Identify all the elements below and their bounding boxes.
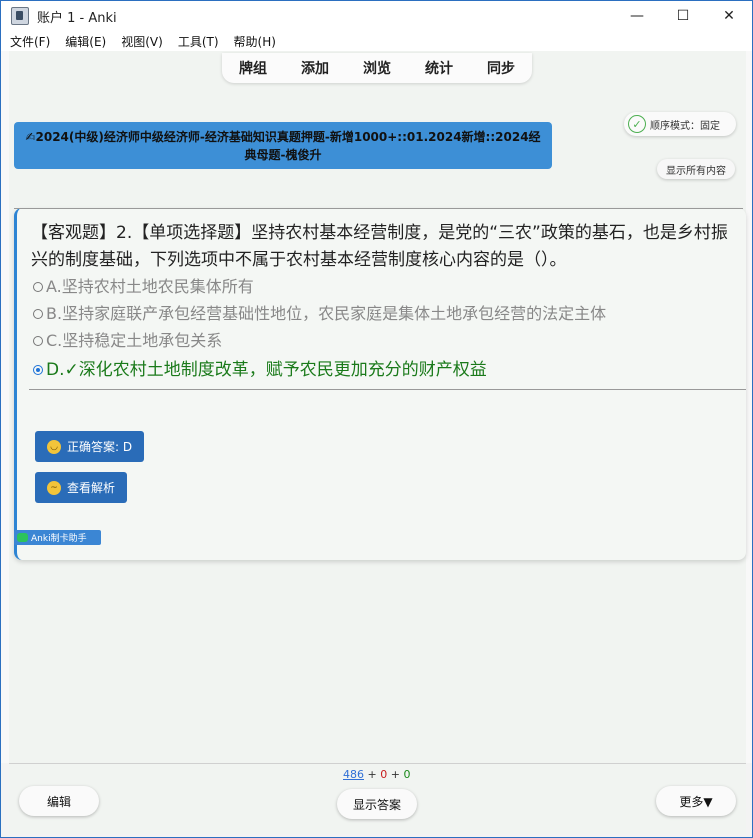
radio-selected-icon — [33, 365, 43, 375]
question-text: 【客观题】2.【单项选择题】坚持农村基本经营制度，是党的“三农”政策的基石，也是… — [31, 223, 728, 270]
view-analysis-label: 查看解析 — [67, 481, 116, 495]
card-top-divider — [14, 208, 743, 209]
menu-file[interactable]: 文件(F) — [1, 33, 56, 50]
bottom-bar: 486 + 0 + 0 编辑 显示答案 更多▼ — [9, 763, 746, 834]
helper-badge-label: Anki制卡助手 — [31, 534, 87, 544]
view-analysis-button[interactable]: ~ 查看解析 — [35, 472, 128, 503]
maximize-button[interactable]: ☐ — [660, 1, 706, 31]
option-c-text: C.坚持稳定土地承包关系 — [46, 331, 223, 350]
learn-count: 0 — [380, 768, 388, 781]
new-count: 486 — [343, 768, 364, 781]
deck-title-text: ✍2024(中级)经济师中级经济师-经济基础知识真题押题-新增1000+::01… — [25, 129, 541, 162]
tab-browse[interactable]: 浏览 — [363, 58, 391, 78]
minimize-button[interactable]: — — [614, 1, 660, 31]
tab-decks[interactable]: 牌组 — [239, 58, 267, 78]
menu-bar: 文件(F) 编辑(E) 视图(V) 工具(T) 帮助(H) — [1, 31, 752, 51]
due-counts: 486 + 0 + 0 — [343, 768, 410, 781]
question-card: 【客观题】2.【单项选择题】坚持农村基本经营制度，是党的“三农”政策的基石，也是… — [14, 208, 746, 560]
menu-edit[interactable]: 编辑(E) — [56, 33, 112, 50]
radio-icon — [33, 308, 43, 319]
option-c[interactable]: C.坚持稳定土地承包关系 — [33, 327, 733, 354]
thinking-emoji-icon: ~ — [47, 480, 61, 495]
tab-stats[interactable]: 统计 — [425, 58, 453, 78]
main-toolbar: 牌组 添加 浏览 统计 同步 — [222, 53, 532, 83]
anki-window: 账户 1 - Anki — ☐ ✕ 文件(F) 编辑(E) 视图(V) 工具(T… — [0, 0, 753, 838]
correct-answer-label: 正确答案: D — [67, 440, 133, 454]
check-circle-icon: ✓ — [628, 115, 646, 133]
title-bar: 账户 1 - Anki — ☐ ✕ — [1, 1, 752, 31]
anki-helper-badge[interactable]: Anki制卡助手 — [14, 530, 101, 545]
option-b[interactable]: B.坚持家庭联产承包经营基础性地位，农民家庭是集体土地承包经营的法定主体 — [33, 300, 733, 327]
option-a-text: A.坚持农村土地农民集体所有 — [46, 277, 254, 296]
deck-title-banner: ✍2024(中级)经济师中级经济师-经济基础知识真题押题-新增1000+::01… — [14, 122, 552, 169]
reviewer-area: 牌组 添加 浏览 统计 同步 ✍2024(中级)经济师中级经济师-经济基础知识真… — [9, 51, 746, 763]
close-button[interactable]: ✕ — [706, 1, 752, 31]
tab-add[interactable]: 添加 — [301, 58, 329, 78]
plus-sep: + — [390, 768, 404, 781]
anki-app-icon — [11, 7, 29, 25]
window-title: 账户 1 - Anki — [37, 10, 117, 26]
plus-sep: + — [367, 768, 381, 781]
option-b-text: B.坚持家庭联产承包经营基础性地位，农民家庭是集体土地承包经营的法定主体 — [46, 304, 607, 323]
show-all-button[interactable]: 显示所有内容 — [657, 159, 735, 179]
radio-icon — [33, 281, 43, 292]
option-d-text: D.✓深化农村土地制度改革，赋予农民更加充分的财产权益 — [46, 359, 487, 380]
more-button[interactable]: 更多▼ — [656, 786, 736, 816]
radio-icon — [33, 335, 43, 346]
option-d[interactable]: D.✓深化农村土地制度改革，赋予农民更加充分的财产权益 — [33, 354, 733, 386]
smile-emoji-icon: ◡ — [47, 439, 61, 454]
card-divider — [29, 389, 746, 390]
correct-answer-button[interactable]: ◡ 正确答案: D — [35, 431, 145, 462]
options-list: A.坚持农村土地农民集体所有 B.坚持家庭联产承包经营基础性地位，农民家庭是集体… — [33, 273, 733, 386]
option-a[interactable]: A.坚持农村土地农民集体所有 — [33, 273, 733, 300]
order-mode-label: 顺序模式：固定 — [650, 120, 720, 132]
menu-tools[interactable]: 工具(T) — [169, 33, 225, 50]
show-answer-button[interactable]: 显示答案 — [337, 789, 417, 819]
menu-view[interactable]: 视图(V) — [112, 33, 169, 50]
wechat-icon — [17, 533, 28, 542]
order-mode-toggle[interactable]: ✓ 顺序模式：固定 — [624, 112, 736, 136]
edit-button[interactable]: 编辑 — [19, 786, 99, 816]
menu-help[interactable]: 帮助(H) — [225, 33, 282, 50]
review-count: 0 — [403, 768, 411, 781]
tab-sync[interactable]: 同步 — [487, 58, 515, 78]
window-controls: — ☐ ✕ — [614, 1, 752, 31]
